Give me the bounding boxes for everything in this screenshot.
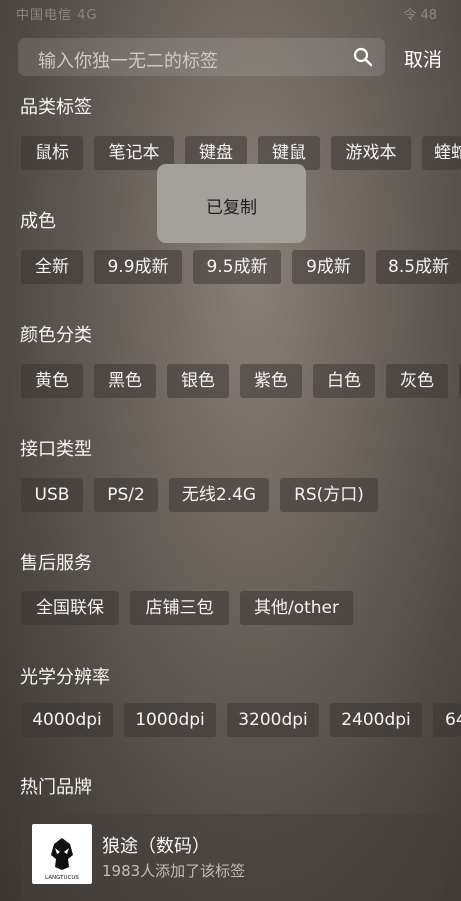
tag-chip[interactable]: 鼠标 [21, 136, 83, 170]
copied-toast: 已复制 [157, 164, 306, 243]
section-title-condition: 成色 [20, 211, 56, 232]
section-title-category: 品类标签 [20, 97, 92, 118]
tag-chip[interactable]: 蝰蛇 [422, 136, 461, 170]
cancel-button[interactable]: 取消 [404, 45, 442, 72]
tag-chip[interactable]: USB [21, 478, 83, 512]
toast-text: 已复制 [206, 198, 257, 218]
section-title-brands: 热门品牌 [20, 777, 92, 798]
search-input[interactable]: 输入你独一无二的标签 [18, 38, 385, 76]
tag-chip[interactable]: 灰色 [386, 364, 448, 398]
tag-chip[interactable]: 4000dpi [21, 703, 113, 737]
brand-card[interactable]: LANGTUCUS 狼途（数码） 1983人添加了该标签 [21, 814, 443, 901]
section-title-interface: 接口类型 [20, 439, 92, 460]
tag-chip[interactable]: 游戏本 [331, 136, 411, 170]
tag-chip[interactable]: 3200dpi [227, 703, 319, 737]
brand-name: 狼途（数码） [102, 836, 210, 857]
tag-chip[interactable]: 9成新 [292, 250, 365, 284]
tag-chip[interactable]: 店铺三包 [130, 591, 229, 625]
section-title-color: 颜色分类 [20, 325, 92, 346]
wolf-logo-icon: LANGTUCUS [45, 838, 79, 881]
tag-chip[interactable]: 紫色 [240, 364, 302, 398]
tag-chip[interactable]: 其他/other [240, 591, 353, 625]
section-title-resolution: 光学分辨率 [20, 667, 110, 688]
brand-subtitle: 1983人添加了该标签 [102, 862, 246, 880]
section-title-service: 售后服务 [20, 553, 92, 574]
status-bar: 中国电信 4G 令 48 [0, 0, 461, 30]
tag-chip[interactable]: 全国联保 [21, 591, 119, 625]
brand-logo: LANGTUCUS [32, 824, 92, 884]
tag-chip[interactable]: 无线2.4G [169, 478, 269, 512]
tag-chip[interactable]: 银色 [167, 364, 229, 398]
tag-chip[interactable]: 黑色 [94, 364, 156, 398]
status-icons: 令 48 [403, 8, 437, 23]
tag-chip[interactable]: 8.5成新 [376, 250, 461, 284]
tag-chip[interactable]: 全新 [21, 250, 83, 284]
tag-chip[interactable]: RS(方口) [280, 478, 378, 512]
tag-chip[interactable]: 64 [433, 703, 461, 737]
tag-chip[interactable]: 2400dpi [330, 703, 422, 737]
tag-chip[interactable]: 9.9成新 [94, 250, 182, 284]
tag-chip[interactable]: PS/2 [94, 478, 158, 512]
tag-chip[interactable]: 9.5成新 [193, 250, 281, 284]
tag-chip[interactable]: 白色 [313, 364, 375, 398]
tag-chip[interactable]: 黄色 [21, 364, 83, 398]
search-icon[interactable] [353, 47, 373, 67]
carrier-text: 中国电信 4G [16, 8, 98, 23]
brand-logo-text: LANGTUCUS [45, 875, 79, 881]
tag-chip[interactable]: 1000dpi [124, 703, 216, 737]
search-placeholder: 输入你独一无二的标签 [38, 51, 218, 72]
